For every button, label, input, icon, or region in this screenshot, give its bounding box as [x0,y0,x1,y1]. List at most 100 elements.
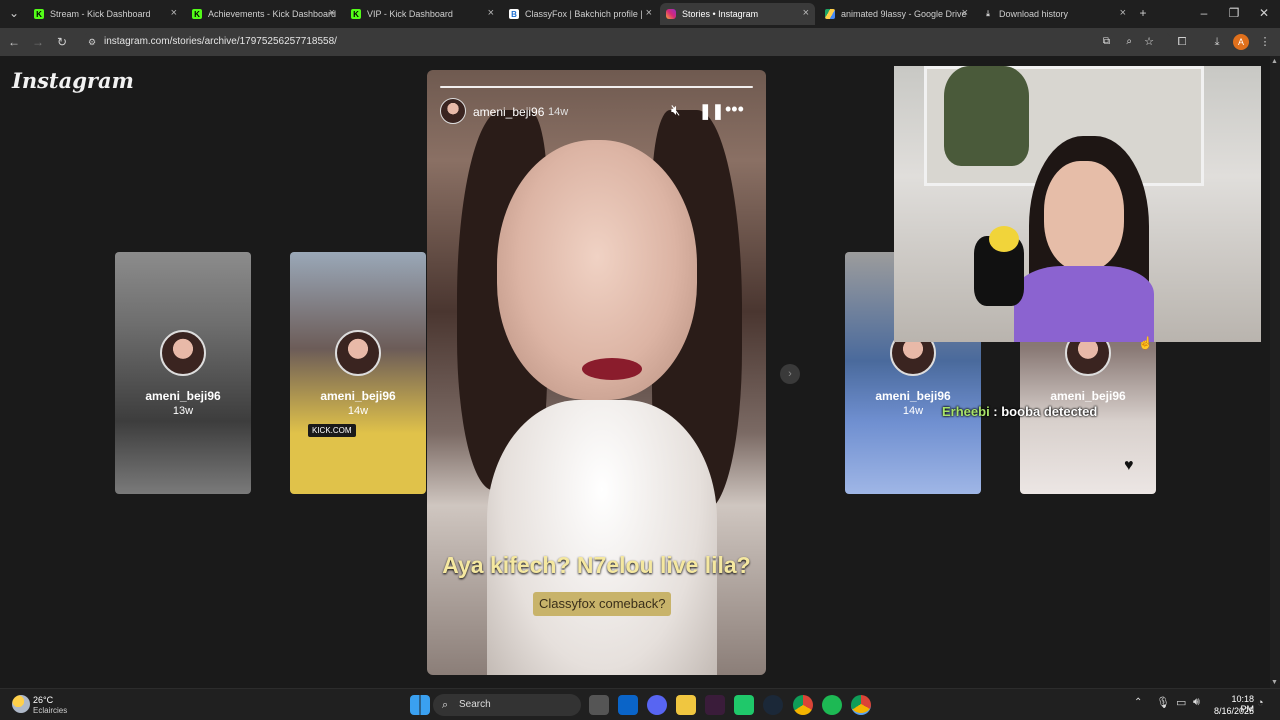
chrome-icon[interactable] [851,695,871,715]
tab-title: VIP - Kick Dashboard [367,9,453,19]
kick-icon: K [192,9,202,19]
pause-icon[interactable]: ❚❚ [699,102,724,120]
weather-temperature[interactable]: 26°C [33,695,53,705]
bookmark-star-icon[interactable]: ☆ [1144,32,1154,52]
story-username: ameni_beji96 [145,389,221,403]
bakchich-icon: B [509,9,519,19]
chat-text: : booba detected [989,404,1098,419]
tab-kick-vip[interactable]: K VIP - Kick Dashboard × [345,3,500,25]
tab-google-drive[interactable]: animated 9lassy - Google Drive × [819,3,974,25]
discord-icon[interactable] [647,695,667,715]
minimize-icon[interactable]: – [1196,5,1212,21]
page-scrollbar[interactable]: ▲ ▼ [1270,56,1280,688]
next-story-button[interactable]: › [780,364,800,384]
tab-instagram-stories[interactable]: Stories • Instagram × [660,3,815,25]
duck-toy-image [989,226,1019,252]
menu-icon[interactable]: ⋮ [1257,34,1273,50]
story-username: ameni_beji96 [875,389,951,403]
profile-avatar[interactable]: A [1233,34,1249,50]
weather-icon[interactable] [12,695,30,713]
steam-icon[interactable] [763,695,783,715]
heart-icon: ♥ [1124,457,1134,474]
windows-start-icon[interactable] [410,695,430,715]
restore-icon[interactable]: ❐ [1226,5,1242,21]
story-thumbnail[interactable]: ameni_beji96 13w [115,252,251,494]
tab-search-icon[interactable]: ⌄ [6,5,22,21]
scroll-down-icon[interactable]: ▼ [1271,679,1278,686]
tab-kick-stream[interactable]: K Stream - Kick Dashboard × [28,3,183,25]
task-view-icon[interactable] [589,695,609,715]
mute-icon[interactable]: 🔇︎ [671,102,680,119]
search-placeholder: Search [459,699,491,710]
file-explorer-icon[interactable] [676,695,696,715]
back-icon[interactable]: ← [6,34,22,50]
chrome-icon[interactable] [793,695,813,715]
address-bar: ← → ↻ ⚙ instagram.com/stories/archive/17… [0,28,1280,56]
story-header-age: 14w [548,106,569,118]
webcam-overlay [894,66,1261,342]
chat-message-overlay: Erheebi : booba detected [942,404,1097,419]
story-age: 13w [172,405,194,417]
story-username: ameni_beji96 [1050,389,1126,403]
app-icon[interactable] [705,695,725,715]
notification-icon[interactable]: ◔ [1257,697,1264,709]
tab-title: Achievements - Kick Dashboard [208,9,337,19]
close-tab-icon[interactable]: × [488,7,494,19]
close-window-icon[interactable]: ✕ [1256,5,1272,21]
outlook-icon[interactable] [618,695,638,715]
tab-bakchich[interactable]: B ClassyFox | Bakchich profile | B... × [503,3,658,25]
microphone-icon[interactable]: 🎙︎ [1156,696,1170,709]
weather-description[interactable]: Eclaircies [33,706,67,715]
story-caption: Aya kifech? N7elou live lila? [442,552,751,578]
close-tab-icon[interactable]: × [646,7,652,19]
story-image [582,358,642,380]
download-icon: ⤓ [986,9,990,18]
story-avatar [160,330,206,376]
chat-username: Erheebi [942,404,990,419]
close-tab-icon[interactable]: × [962,7,968,19]
search-icon: ⌕ [442,699,449,711]
network-icon[interactable]: ▭ [1176,696,1186,709]
story-avatar [335,330,381,376]
clock-date[interactable]: 8/16/2025 [1212,706,1254,716]
tab-title: Stream - Kick Dashboard [50,9,151,19]
chevron-up-icon[interactable]: ⌃ [1134,697,1142,708]
windows-taskbar: 26°C Eclaircies ⌕ Search ⌃ 🎙︎ ▭ 🔊︎ 10:18… [0,688,1280,720]
story-thumbnail[interactable]: ameni_beji96 14w KICK.COM [290,252,426,494]
main-story[interactable]: ameni_beji96 14w 🔇︎ ❚❚ ••• Aya kifech? N… [427,70,766,675]
webcam-image [1014,266,1154,342]
close-tab-icon[interactable]: × [171,7,177,19]
url-field[interactable]: ⚙ instagram.com/stories/archive/17975256… [82,32,1172,52]
tab-bar: ⌄ K Stream - Kick Dashboard × K Achievem… [0,0,1280,28]
zoom-icon[interactable]: ⌕ [1126,32,1132,52]
story-caption-question: Classyfox comeback? [533,592,672,616]
reload-icon[interactable]: ↻ [54,34,70,50]
extensions-icon[interactable]: ⧠ [1174,34,1190,50]
downloads-icon[interactable]: ⤓ [1209,34,1225,50]
close-tab-icon[interactable]: × [803,7,809,19]
story-header-username[interactable]: ameni_beji96 [473,105,544,119]
new-tab-button[interactable]: + [1135,5,1151,21]
taskbar-search[interactable]: ⌕ Search [433,694,581,716]
story-header-avatar[interactable] [440,98,466,124]
install-app-icon[interactable]: ⧉ [1103,32,1110,52]
scroll-up-icon[interactable]: ▲ [1271,58,1278,65]
site-info-icon[interactable]: ⚙ [88,32,96,52]
tab-title: Stories • Instagram [682,9,759,19]
instagram-logo[interactable]: Instagram [12,68,134,93]
mouse-cursor-icon: ☝ [1138,336,1153,350]
tab-title: Download history [999,9,1069,19]
tab-kick-achievements[interactable]: K Achievements - Kick Dashboard × [186,3,341,25]
close-tab-icon[interactable]: × [329,7,335,19]
close-tab-icon[interactable]: × [1120,7,1126,19]
webcam-image [1044,161,1124,271]
story-username: ameni_beji96 [320,389,396,403]
spotify-icon[interactable] [822,695,842,715]
volume-icon[interactable]: 🔊︎ [1193,696,1200,709]
more-options-icon[interactable]: ••• [725,99,744,120]
forward-icon[interactable]: → [30,34,46,50]
instagram-icon [666,9,676,19]
app-icon[interactable] [734,695,754,715]
tab-download-history[interactable]: ⤓ Download history × [977,3,1132,25]
story-image [487,400,717,675]
